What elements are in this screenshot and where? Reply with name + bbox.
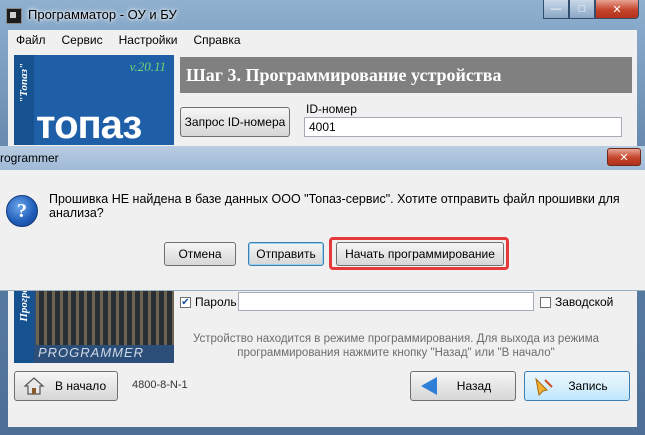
write-label: Запись [568, 379, 608, 393]
info-line-1: Устройство находится в режиме программир… [192, 333, 600, 345]
menu-service[interactable]: Сервис [54, 33, 111, 47]
caption-buttons: — □ ✕ [543, 0, 639, 20]
write-icon [533, 376, 555, 399]
password-checkbox[interactable]: ✔ [180, 297, 191, 308]
dialog-message: Прошивка НЕ найдена в базе данных ООО "Т… [49, 192, 620, 220]
banner-vertical-text-lower: Програ [18, 287, 30, 322]
menu-file[interactable]: Файл [8, 33, 54, 47]
chip-image [36, 283, 174, 345]
dialog-title-bar[interactable]: rogrammer ✕ [0, 146, 645, 170]
dialog-close-button[interactable]: ✕ [607, 148, 641, 166]
home-label: В начало [55, 379, 107, 393]
status-code: 4800-8-N-1 [132, 379, 188, 391]
back-button[interactable]: Назад [410, 371, 516, 401]
programmer-banner: Програ PROGRAMMER [14, 283, 174, 363]
password-input[interactable] [238, 292, 534, 311]
highlight-box [329, 237, 509, 270]
maximize-button[interactable]: □ [569, 0, 595, 19]
cancel-button[interactable]: Отмена [164, 242, 236, 266]
topaz-banner: "Топаз" v.20.11 топаз [14, 55, 174, 145]
minimize-button[interactable]: — [543, 0, 569, 19]
step-title: Шаг 3. Программирование устройства [180, 57, 632, 93]
app-icon [6, 8, 22, 24]
back-label: Назад [456, 379, 492, 393]
menu-settings[interactable]: Настройки [111, 33, 186, 47]
info-text: Устройство находится в режиме программир… [186, 332, 606, 360]
write-button[interactable]: Запись [524, 371, 630, 401]
version-label: v.20.11 [129, 59, 166, 74]
menu-bar: Файл Сервис Настройки Справка [8, 30, 637, 49]
dialog-title: rogrammer [0, 151, 59, 165]
id-label: ID-номер [306, 102, 357, 116]
close-button[interactable]: ✕ [595, 0, 639, 19]
password-label: Пароль [195, 295, 237, 309]
title-bar[interactable]: Программатор - ОУ и БУ — □ ✕ [0, 0, 645, 30]
factory-label: Заводской [555, 295, 614, 309]
arrow-left-icon [421, 377, 437, 395]
info-line-2: программирования нажмите кнопку "Назад" … [237, 347, 555, 359]
menu-help[interactable]: Справка [185, 33, 248, 47]
programmer-label: PROGRAMMER [38, 345, 145, 360]
id-request-button[interactable]: Запрос ID-номера [180, 107, 290, 137]
question-icon: ? [6, 195, 38, 227]
banner-vertical-text: "Топаз" [18, 63, 30, 103]
home-button[interactable]: В начало [14, 371, 118, 401]
topaz-logo: топаз [36, 103, 142, 145]
id-input[interactable]: 4001 [304, 117, 622, 137]
factory-checkbox[interactable] [540, 297, 551, 308]
send-button[interactable]: Отправить [248, 242, 324, 266]
window-title: Программатор - ОУ и БУ [28, 7, 177, 22]
dialog-body: ? Прошивка НЕ найдена в базе данных ООО … [0, 170, 645, 291]
home-icon [23, 376, 45, 396]
